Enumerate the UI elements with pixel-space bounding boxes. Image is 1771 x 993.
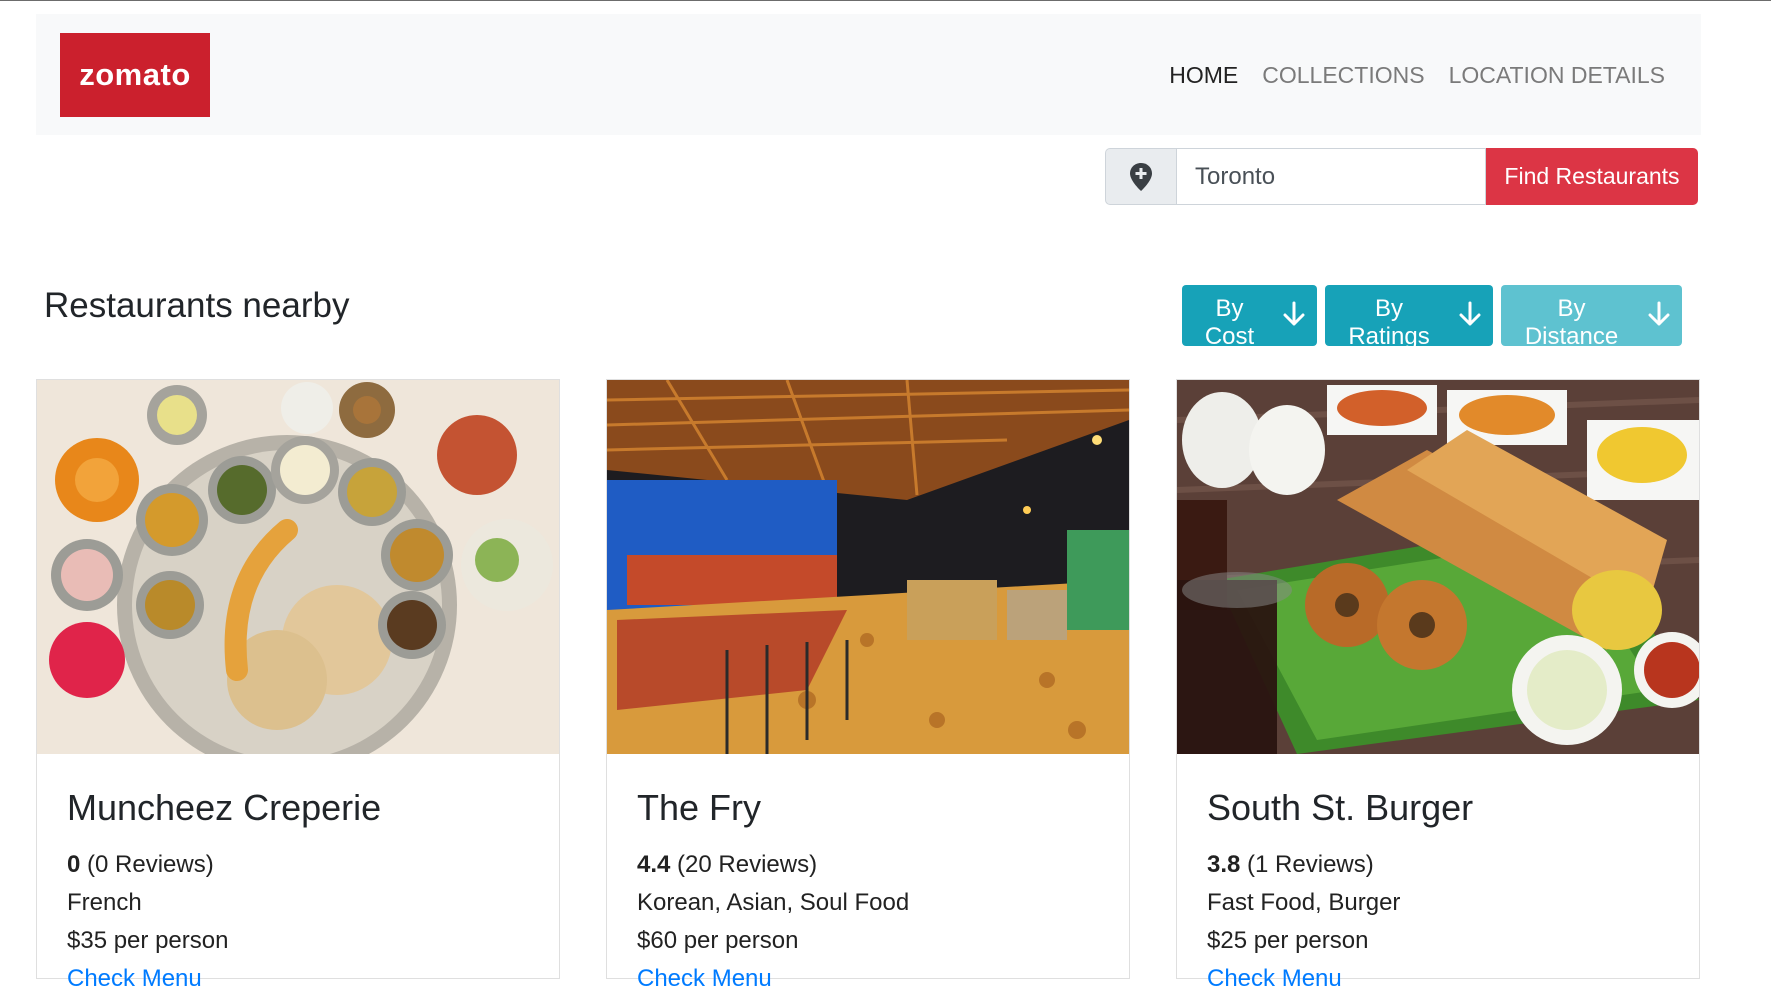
restaurant-rating: 3.8 (1 Reviews) xyxy=(1207,851,1669,879)
indian-thali-photo xyxy=(37,380,559,754)
window-top-border xyxy=(0,0,1771,1)
restaurant-card[interactable]: Muncheez Creperie 0 (0 Reviews) French $… xyxy=(36,379,560,992)
map-pin-icon xyxy=(1105,148,1176,205)
sort-by-distance-button[interactable]: By Distance xyxy=(1501,285,1682,350)
sort-by-cost-button[interactable]: By Cost xyxy=(1182,285,1317,350)
sort-by-cost-label: By Cost xyxy=(1204,294,1255,350)
restaurant-name: Muncheez Creperie xyxy=(67,787,382,828)
nav-collections[interactable]: COLLECTIONS xyxy=(1262,62,1424,89)
restaurant-rating: 0 (0 Reviews) xyxy=(67,851,529,879)
restaurant-cuisines: Fast Food, Burger xyxy=(1207,889,1401,916)
restaurant-card[interactable]: The Fry 4.4 (20 Reviews) Korean, Asian, … xyxy=(606,379,1130,992)
find-restaurants-button[interactable]: Find Restaurants xyxy=(1486,148,1698,205)
restaurant-cuisines: French xyxy=(67,889,142,916)
restaurant-cost: $35 per person xyxy=(67,927,229,954)
sort-by-ratings-button[interactable]: By Ratings xyxy=(1325,285,1493,350)
restaurant-card[interactable]: South St. Burger 3.8 (1 Reviews) Fast Fo… xyxy=(1176,379,1700,992)
rating-value: 4.4 xyxy=(637,851,671,878)
restaurant-cost: $25 per person xyxy=(1207,927,1369,954)
check-menu-link[interactable]: Check Menu xyxy=(637,965,772,992)
zomato-logo[interactable]: zomato xyxy=(60,33,210,117)
restaurant-rating: 4.4 (20 Reviews) xyxy=(637,851,1099,879)
nav-links: HOME COLLECTIONS LOCATION DETAILS xyxy=(1169,62,1665,89)
sort-buttons: By Cost By Ratings By Distance xyxy=(1182,285,1682,350)
dosa-platter-photo xyxy=(1177,380,1699,754)
arrow-down-icon xyxy=(1648,301,1670,327)
check-menu-link[interactable]: Check Menu xyxy=(67,965,202,992)
arrow-down-icon xyxy=(1283,301,1305,327)
rating-value: 3.8 xyxy=(1207,851,1241,878)
rating-value: 0 xyxy=(67,851,81,878)
restaurant-cost: $60 per person xyxy=(637,927,799,954)
review-count: (1 Reviews) xyxy=(1247,851,1374,878)
restaurant-name: South St. Burger xyxy=(1207,787,1474,828)
review-count: (20 Reviews) xyxy=(677,851,818,878)
restaurant-interior-photo xyxy=(607,380,1129,754)
check-menu-link[interactable]: Check Menu xyxy=(1207,965,1342,992)
nav-home[interactable]: HOME xyxy=(1169,62,1238,89)
sort-by-distance-label: By Distance xyxy=(1524,294,1619,350)
sort-by-ratings-label: By Ratings xyxy=(1348,294,1430,350)
review-count: (0 Reviews) xyxy=(87,851,214,878)
section-title: Restaurants nearby xyxy=(44,286,350,325)
nav-location-details[interactable]: LOCATION DETAILS xyxy=(1449,62,1665,89)
location-search: Find Restaurants xyxy=(1105,148,1698,205)
location-input[interactable] xyxy=(1176,148,1486,205)
arrow-down-icon xyxy=(1459,301,1481,327)
navbar: zomato HOME COLLECTIONS LOCATION DETAILS xyxy=(36,14,1701,135)
restaurant-cuisines: Korean, Asian, Soul Food xyxy=(637,889,910,916)
restaurant-name: The Fry xyxy=(637,787,762,828)
